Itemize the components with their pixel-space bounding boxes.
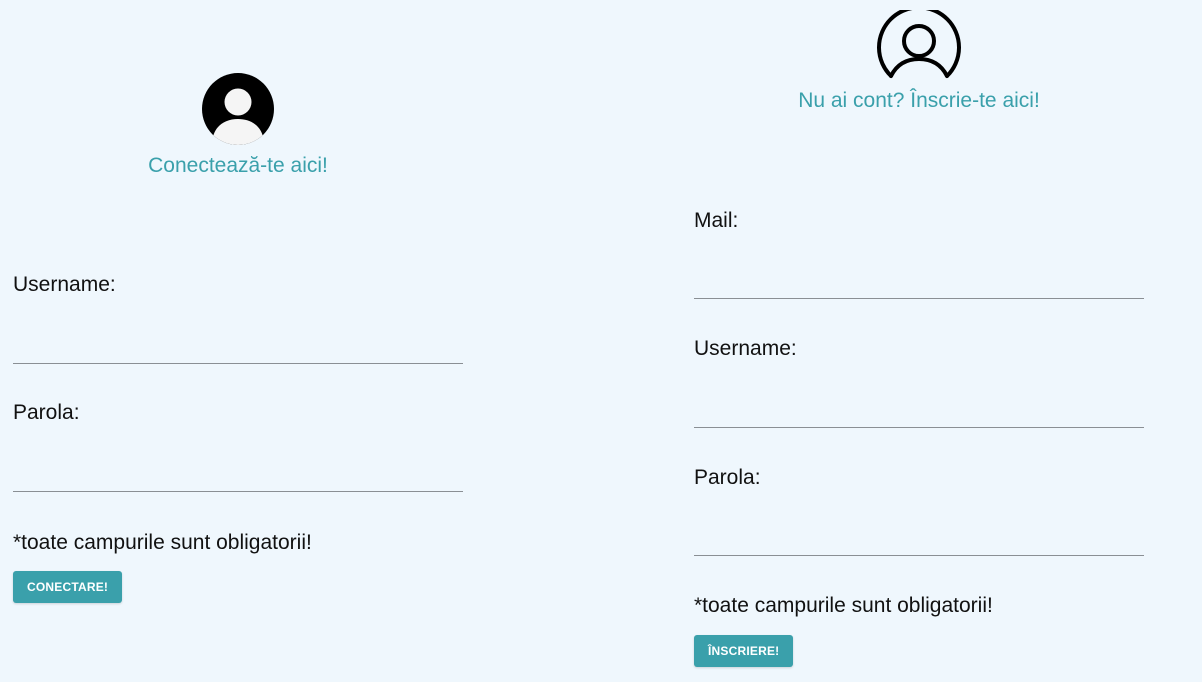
signup-mail-label: Mail: (694, 209, 739, 232)
signup-username-label: Username: (694, 337, 797, 360)
login-password-label: Parola: (13, 401, 80, 424)
signup-required-note: *toate campurile sunt obligatorii! (694, 594, 993, 617)
signup-button[interactable]: ÎNSCRIERE! (694, 635, 794, 667)
signup-heading: Nu ai cont? Înscrie-te aici! (798, 89, 1040, 112)
signup-password-label: Parola: (694, 466, 761, 489)
signup-username-input[interactable] (694, 395, 1144, 428)
login-required-note: *toate campurile sunt obligatorii! (13, 531, 312, 554)
login-button[interactable]: CONECTARE! (13, 571, 123, 603)
signup-mail-input[interactable] (694, 266, 1144, 299)
login-username-label: Username: (13, 273, 116, 296)
outline-user-avatar-icon (877, 10, 961, 78)
signup-password-input[interactable] (694, 523, 1144, 556)
filled-user-avatar-icon (202, 73, 274, 145)
login-password-input[interactable] (13, 459, 463, 492)
login-heading: Conectează-te aici! (148, 154, 328, 177)
login-username-input[interactable] (13, 331, 463, 364)
auth-page: Conectează-te aici! Username: Parola: *t… (0, 0, 1202, 682)
